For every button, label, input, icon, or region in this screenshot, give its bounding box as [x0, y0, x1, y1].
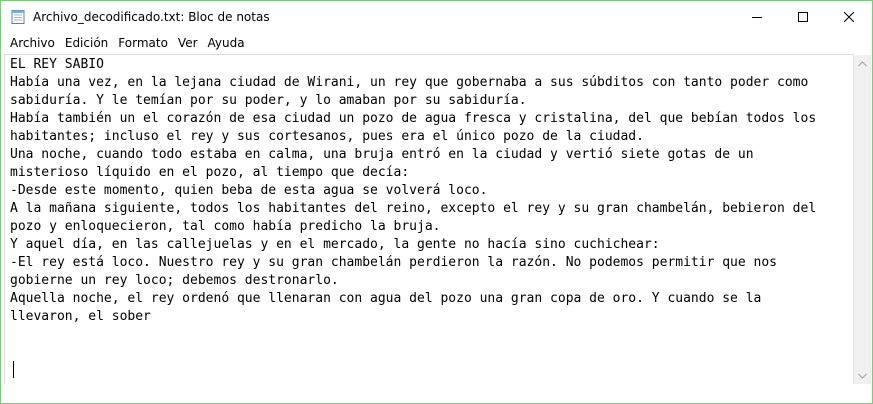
text-line: -Desde este momento, quien beba de esta … [10, 183, 488, 198]
text-line: pozo y enloquecieron, tal como había pre… [10, 219, 441, 234]
text-line: EL REY SABIO [10, 57, 104, 72]
text-line: Aquella noche, el rey ordenó que llenara… [10, 291, 762, 306]
text-line: Una noche, cuando todo estaba en calma, … [10, 147, 754, 162]
menu-bar: Archivo Edición Formato Ver Ayuda [1, 32, 872, 54]
text-line: Había también un el corazón de esa ciuda… [10, 111, 817, 126]
text-editor[interactable]: EL REY SABIO Había una vez, en la lejana… [4, 54, 854, 384]
menu-ayuda[interactable]: Ayuda [203, 33, 250, 53]
chevron-up-icon [858, 60, 867, 66]
text-line: Y aquel día, en las callejuelas y en el … [10, 237, 660, 252]
text-line: -El rey está loco. Nuestro rey y su gran… [10, 255, 778, 270]
text-line: sabiduría. Y le temían por su poder, y l… [10, 93, 527, 108]
vertical-scrollbar[interactable] [853, 55, 871, 384]
notepad-window: Archivo_decodificado.txt: Bloc de notas … [0, 0, 873, 404]
text-line: llevaron, el sober [10, 309, 151, 324]
text-line: gobierne un rey loco; debemos destronarl… [10, 273, 339, 288]
close-button[interactable] [826, 1, 872, 32]
close-icon [844, 11, 854, 22]
text-caret [13, 361, 14, 378]
scroll-down-button[interactable] [854, 367, 871, 384]
notepad-icon[interactable] [11, 9, 25, 24]
menu-ver[interactable]: Ver [173, 33, 203, 53]
text-line: A la mañana siguiente, todos los habitan… [10, 201, 817, 216]
menu-archivo[interactable]: Archivo [5, 33, 60, 53]
text-line: Había una vez, en la lejana ciudad de Wi… [10, 75, 809, 90]
chevron-down-icon [858, 373, 867, 379]
menu-edicion[interactable]: Edición [60, 33, 113, 53]
window-bottom-edge [1, 385, 872, 403]
window-title: Archivo_decodificado.txt: Bloc de notas [33, 10, 270, 24]
text-line: misterioso líquido en el pozo, al tiempo… [10, 165, 410, 180]
text-content[interactable]: EL REY SABIO Había una vez, en la lejana… [5, 55, 854, 326]
text-line: habitantes; incluso el rey y sus cortesa… [10, 129, 644, 144]
maximize-button[interactable] [780, 1, 826, 32]
maximize-icon [798, 11, 808, 22]
title-bar[interactable]: Archivo_decodificado.txt: Bloc de notas [1, 1, 872, 32]
scroll-up-button[interactable] [854, 55, 871, 72]
minimize-icon [752, 16, 762, 18]
minimize-button[interactable] [734, 1, 780, 32]
menu-formato[interactable]: Formato [113, 33, 173, 53]
